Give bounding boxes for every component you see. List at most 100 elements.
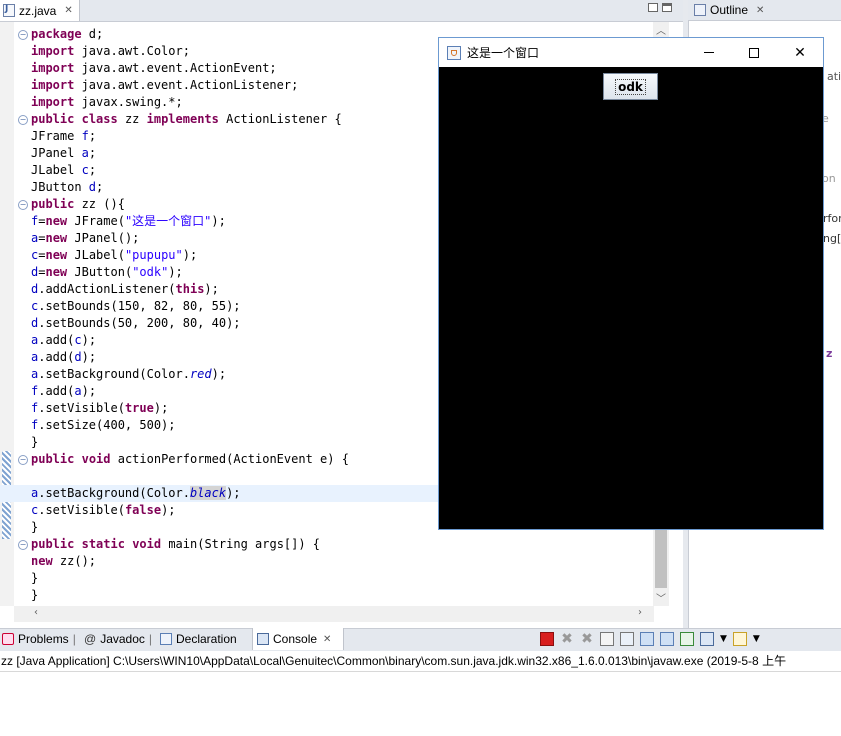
console-output[interactable] <box>0 672 841 736</box>
window-minimize-button[interactable] <box>686 38 732 67</box>
code-token: d <box>88 180 97 194</box>
fold-collapse-icon[interactable]: − <box>18 455 28 465</box>
java-file-icon <box>3 4 15 17</box>
code-token: static <box>81 537 125 551</box>
code-token: JFrame <box>31 129 82 143</box>
code-token: public <box>31 452 75 466</box>
scroll-lock-icon[interactable] <box>620 632 634 646</box>
scroll-up-icon[interactable]: ︿ <box>656 22 666 37</box>
code-token: void <box>132 537 162 551</box>
code-token: import <box>31 44 75 58</box>
editor-horizontal-scrollbar[interactable]: ‹ › <box>14 606 654 622</box>
code-token: public <box>31 112 75 126</box>
open-console-icon[interactable] <box>732 632 747 646</box>
outline-icon <box>694 4 706 16</box>
close-icon[interactable]: ✕ <box>323 634 331 645</box>
code-token: new <box>45 265 68 279</box>
code-line[interactable]: public static void main(String args[]) { <box>31 536 671 553</box>
window-close-button[interactable]: ✕ <box>777 38 823 67</box>
odk-button[interactable]: odk <box>603 73 658 100</box>
code-token: c <box>81 163 89 177</box>
code-token: red <box>189 367 212 381</box>
code-token: } <box>31 588 39 602</box>
code-token: "这是一个窗口" <box>124 214 212 228</box>
remove-all-launches-icon[interactable]: ✖ <box>580 632 594 646</box>
code-token: true <box>124 401 154 415</box>
code-token: class <box>81 112 118 126</box>
code-token: .setBounds(50, 200, 80, 40); <box>38 316 241 330</box>
maximize-view-button[interactable] <box>662 3 672 12</box>
code-token: ); <box>81 384 97 398</box>
declaration-icon <box>160 633 172 645</box>
remove-launch-icon[interactable]: ✖ <box>560 632 574 646</box>
chevron-down-icon[interactable]: ▼ <box>753 634 760 644</box>
scroll-left-icon[interactable]: ‹ <box>34 607 38 618</box>
swing-panel <box>439 67 823 529</box>
code-token: java.awt.event.ActionListener; <box>74 78 299 92</box>
code-line[interactable]: } <box>31 570 671 587</box>
code-token: "odk" <box>132 265 169 279</box>
code-token: .add( <box>38 350 75 364</box>
editor-view-controls <box>648 3 678 17</box>
code-token: black <box>189 486 227 500</box>
code-token: ); <box>168 265 183 279</box>
code-token: java.awt.Color; <box>74 44 190 58</box>
code-token: } <box>31 520 39 534</box>
minimize-view-button[interactable] <box>648 3 658 12</box>
odk-button-label: odk <box>615 78 646 95</box>
scroll-right-icon[interactable]: › <box>638 607 642 618</box>
code-token: void <box>81 452 111 466</box>
code-token: public <box>31 197 75 211</box>
close-icon[interactable]: ✕ <box>64 5 72 16</box>
code-token: this <box>175 282 205 296</box>
display-console-icon[interactable] <box>700 632 714 646</box>
code-token: package <box>31 27 82 41</box>
code-token: d <box>74 350 82 364</box>
code-token: new <box>31 554 53 568</box>
tab-problems[interactable]: Problems | <box>2 628 82 650</box>
fold-collapse-icon[interactable]: − <box>18 540 28 550</box>
fold-collapse-icon[interactable]: − <box>18 200 28 210</box>
tab-javadoc[interactable]: @ Javadoc | <box>84 628 156 650</box>
editor-scroll-thumb[interactable] <box>655 520 667 588</box>
clear-console-icon[interactable] <box>600 632 614 646</box>
code-token: JButton( <box>67 265 133 279</box>
code-token: ); <box>211 367 227 381</box>
fold-collapse-icon[interactable]: − <box>18 30 28 40</box>
code-token: f <box>81 129 89 143</box>
editor-tab-zz-java[interactable]: zz.java ✕ <box>0 0 80 21</box>
tab-console[interactable]: Console ✕ <box>252 628 344 650</box>
code-line[interactable]: } <box>31 587 671 604</box>
code-token: new <box>45 231 68 245</box>
outline-fragment: z <box>826 347 833 360</box>
code-token: new <box>45 214 68 228</box>
tab-label: Javadoc <box>100 632 145 646</box>
show-console-stderr-icon[interactable] <box>660 632 674 646</box>
code-line[interactable]: new zz(); <box>31 553 671 570</box>
code-token: ; <box>96 180 104 194</box>
code-token: ; <box>88 163 97 177</box>
code-token: } <box>31 435 39 449</box>
code-token: ); <box>182 248 198 262</box>
window-maximize-button[interactable] <box>731 38 777 67</box>
fold-collapse-icon[interactable]: − <box>18 115 28 125</box>
close-icon: ✕ <box>794 44 806 61</box>
outline-tab[interactable]: Outline ✕ <box>688 0 841 21</box>
show-console-stdout-icon[interactable] <box>640 632 654 646</box>
outline-tab-label: Outline <box>710 3 749 17</box>
chevron-down-icon[interactable]: ▼ <box>720 634 727 644</box>
code-token: main(String args[]) { <box>161 537 321 551</box>
code-token: zz <box>117 112 147 126</box>
terminate-icon[interactable] <box>540 632 554 646</box>
scroll-down-icon[interactable]: ﹀ <box>656 590 666 605</box>
close-icon[interactable]: ✕ <box>756 5 764 16</box>
tab-declaration[interactable]: Declaration <box>160 628 250 650</box>
code-token: .setSize(400, 500); <box>38 418 176 432</box>
code-token: .addActionListener( <box>38 282 176 296</box>
code-token: ; <box>88 129 97 143</box>
code-token: ); <box>226 486 241 500</box>
code-token: ); <box>211 214 226 228</box>
pin-console-icon[interactable] <box>680 632 694 646</box>
